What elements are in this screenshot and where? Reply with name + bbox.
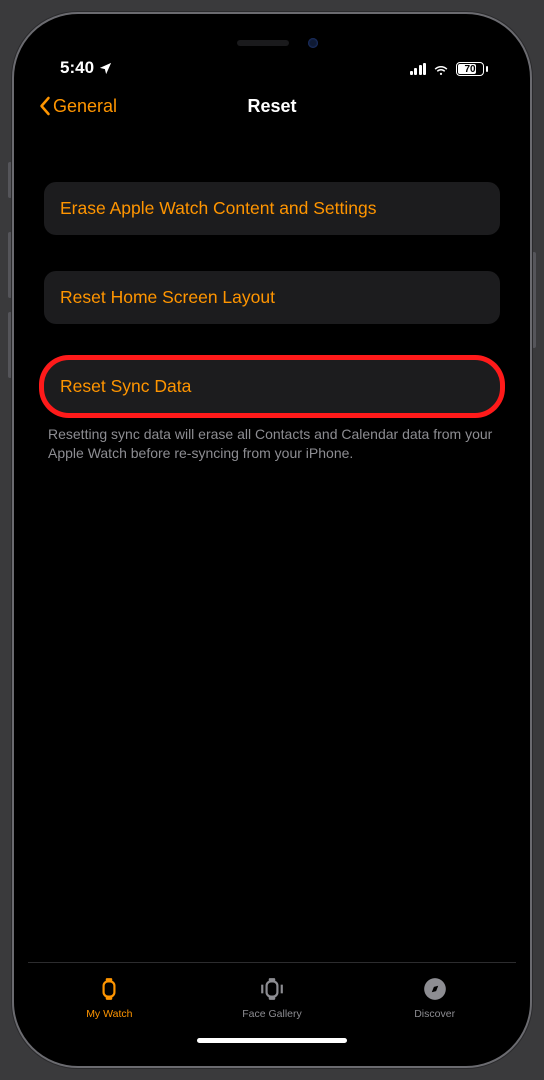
tab-face-gallery[interactable]: Face Gallery (212, 976, 332, 1020)
tab-label: My Watch (86, 1008, 132, 1020)
row-label: Reset Sync Data (60, 376, 191, 396)
wifi-icon (432, 60, 450, 78)
home-indicator[interactable] (197, 1038, 347, 1043)
tab-label: Face Gallery (242, 1008, 302, 1020)
compass-icon (422, 976, 448, 1005)
screen: 5:40 70 (28, 28, 516, 1052)
watch-icon (96, 976, 122, 1005)
status-time: 5:40 (60, 58, 94, 78)
tab-my-watch[interactable]: My Watch (49, 976, 169, 1020)
reset-home-screen-row[interactable]: Reset Home Screen Layout (44, 271, 500, 324)
chevron-left-icon (38, 96, 51, 116)
battery-indicator: 70 (456, 62, 488, 76)
erase-content-settings-row[interactable]: Erase Apple Watch Content and Settings (44, 182, 500, 235)
side-button[interactable] (532, 252, 536, 348)
status-bar: 5:40 70 (28, 28, 516, 82)
back-button[interactable]: General (38, 96, 117, 117)
row-label: Erase Apple Watch Content and Settings (60, 198, 377, 218)
content-area: Erase Apple Watch Content and Settings R… (28, 130, 516, 962)
footer-description: Resetting sync data will erase all Conta… (44, 425, 500, 463)
back-label: General (53, 96, 117, 117)
reset-sync-data-row[interactable]: Reset Sync Data (44, 360, 500, 413)
cellular-icon (410, 63, 427, 75)
row-label: Reset Home Screen Layout (60, 287, 275, 307)
location-icon (98, 61, 113, 76)
navigation-bar: General Reset (28, 82, 516, 130)
tab-label: Discover (414, 1008, 455, 1020)
tab-discover[interactable]: Discover (375, 976, 495, 1020)
gallery-icon (259, 976, 285, 1005)
phone-frame: 5:40 70 (12, 12, 532, 1068)
